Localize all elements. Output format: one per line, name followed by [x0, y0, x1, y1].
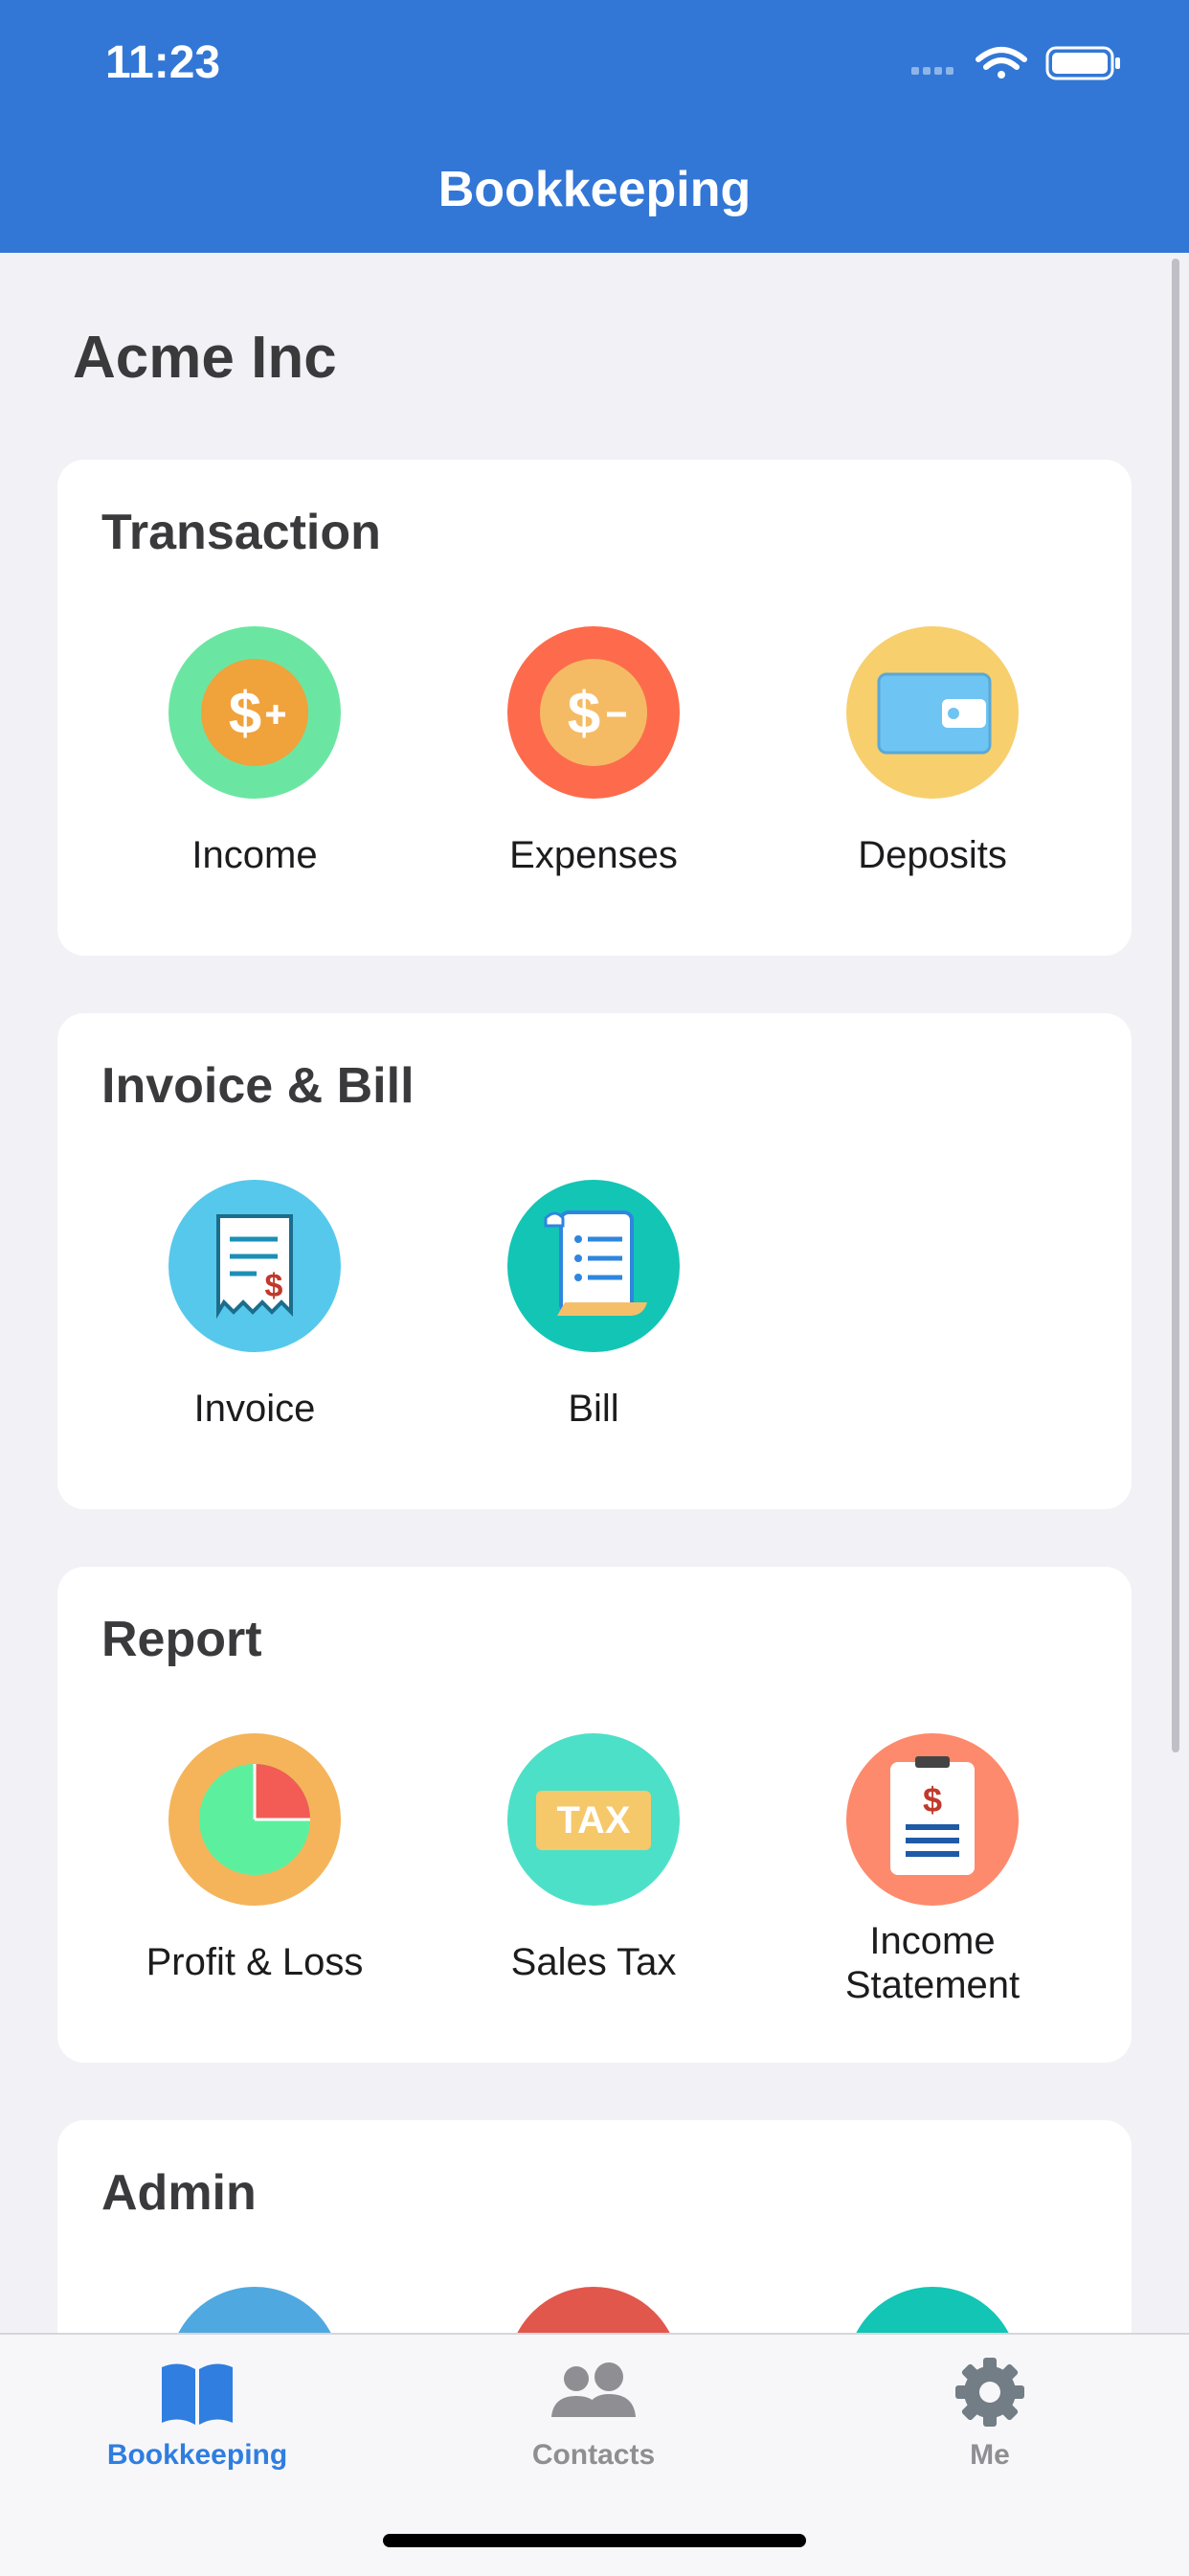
invoice-label: Invoice — [193, 1388, 316, 1430]
transaction-card: Transaction $ Income $ Expenses Deposits — [57, 460, 1132, 956]
report-card: Report Profit & Loss TAX Sales Tax $ Inc… — [57, 1567, 1132, 2063]
income-label: Income — [191, 834, 318, 876]
status-icons — [911, 42, 1132, 80]
scrollbar[interactable] — [1172, 259, 1179, 1752]
wallet-icon — [846, 626, 1019, 799]
gear-icon — [955, 2358, 1024, 2427]
income-statement-label: Income Statement — [808, 1919, 1057, 2007]
tax-tag-icon: TAX — [507, 1733, 680, 1906]
section-title-invoice-bill: Invoice & Bill — [101, 1058, 415, 1114]
cellular-signal-icon — [911, 67, 953, 75]
status-time: 11:23 — [105, 37, 221, 88]
svg-text:$: $ — [923, 1780, 942, 1819]
invoice-bill-card: Invoice & Bill $ Invoice Bill — [57, 1013, 1132, 1509]
svg-text:$: $ — [568, 681, 600, 747]
profit-loss-label: Profit & Loss — [146, 1941, 364, 1983]
people-icon — [551, 2362, 636, 2417]
section-title-admin: Admin — [101, 2165, 257, 2221]
sales-tax-label: Sales Tax — [510, 1941, 677, 1983]
company-name: Acme Inc — [73, 325, 337, 391]
clipboard-dollar-icon: $ — [846, 1733, 1019, 1906]
bill-tile[interactable]: Bill — [469, 1180, 718, 1431]
tab-contacts-label: Contacts — [531, 2439, 656, 2471]
expenses-tile[interactable]: $ Expenses — [469, 626, 718, 877]
section-title-report: Report — [101, 1612, 262, 1667]
tab-contacts[interactable]: Contacts — [450, 2354, 737, 2472]
income-tile[interactable]: $ Income — [130, 626, 379, 877]
bill-label: Bill — [568, 1388, 619, 1430]
tab-bookkeeping[interactable]: Bookkeeping — [54, 2354, 341, 2472]
tab-bookkeeping-label: Bookkeeping — [106, 2439, 288, 2471]
profit-loss-tile[interactable]: Profit & Loss — [130, 1733, 379, 1984]
wifi-icon — [976, 47, 1027, 79]
open-book-icon — [162, 2363, 233, 2425]
svg-text:$: $ — [265, 1268, 283, 1304]
expenses-dollar-minus-icon: $ — [507, 626, 680, 799]
home-indicator — [383, 2534, 806, 2547]
sales-tax-tile[interactable]: TAX Sales Tax — [469, 1733, 718, 1984]
invoice-receipt-icon: $ — [168, 1180, 341, 1352]
nav-header: 11:23 Bookkeeping — [0, 0, 1189, 253]
expenses-label: Expenses — [509, 834, 678, 876]
page-title: Bookkeeping — [437, 162, 752, 217]
invoice-tile[interactable]: $ Invoice — [130, 1180, 379, 1431]
pie-chart-icon — [168, 1733, 341, 1906]
income-statement-label-line1: Income — [869, 1920, 996, 1962]
income-statement-tile[interactable]: $ Income Statement — [808, 1733, 1057, 2007]
tax-text: TAX — [556, 1799, 630, 1842]
income-statement-label-line2: Statement — [844, 1964, 1021, 2006]
deposits-label: Deposits — [858, 834, 1007, 876]
battery-icon — [1045, 46, 1120, 80]
svg-text:$: $ — [229, 681, 261, 747]
bill-scroll-icon — [507, 1180, 680, 1352]
tab-me[interactable]: Me — [846, 2354, 1133, 2472]
section-title-transaction: Transaction — [101, 505, 381, 560]
income-dollar-plus-icon: $ — [168, 626, 341, 799]
tab-me-label: Me — [970, 2439, 1010, 2471]
deposits-tile[interactable]: Deposits — [808, 626, 1057, 877]
